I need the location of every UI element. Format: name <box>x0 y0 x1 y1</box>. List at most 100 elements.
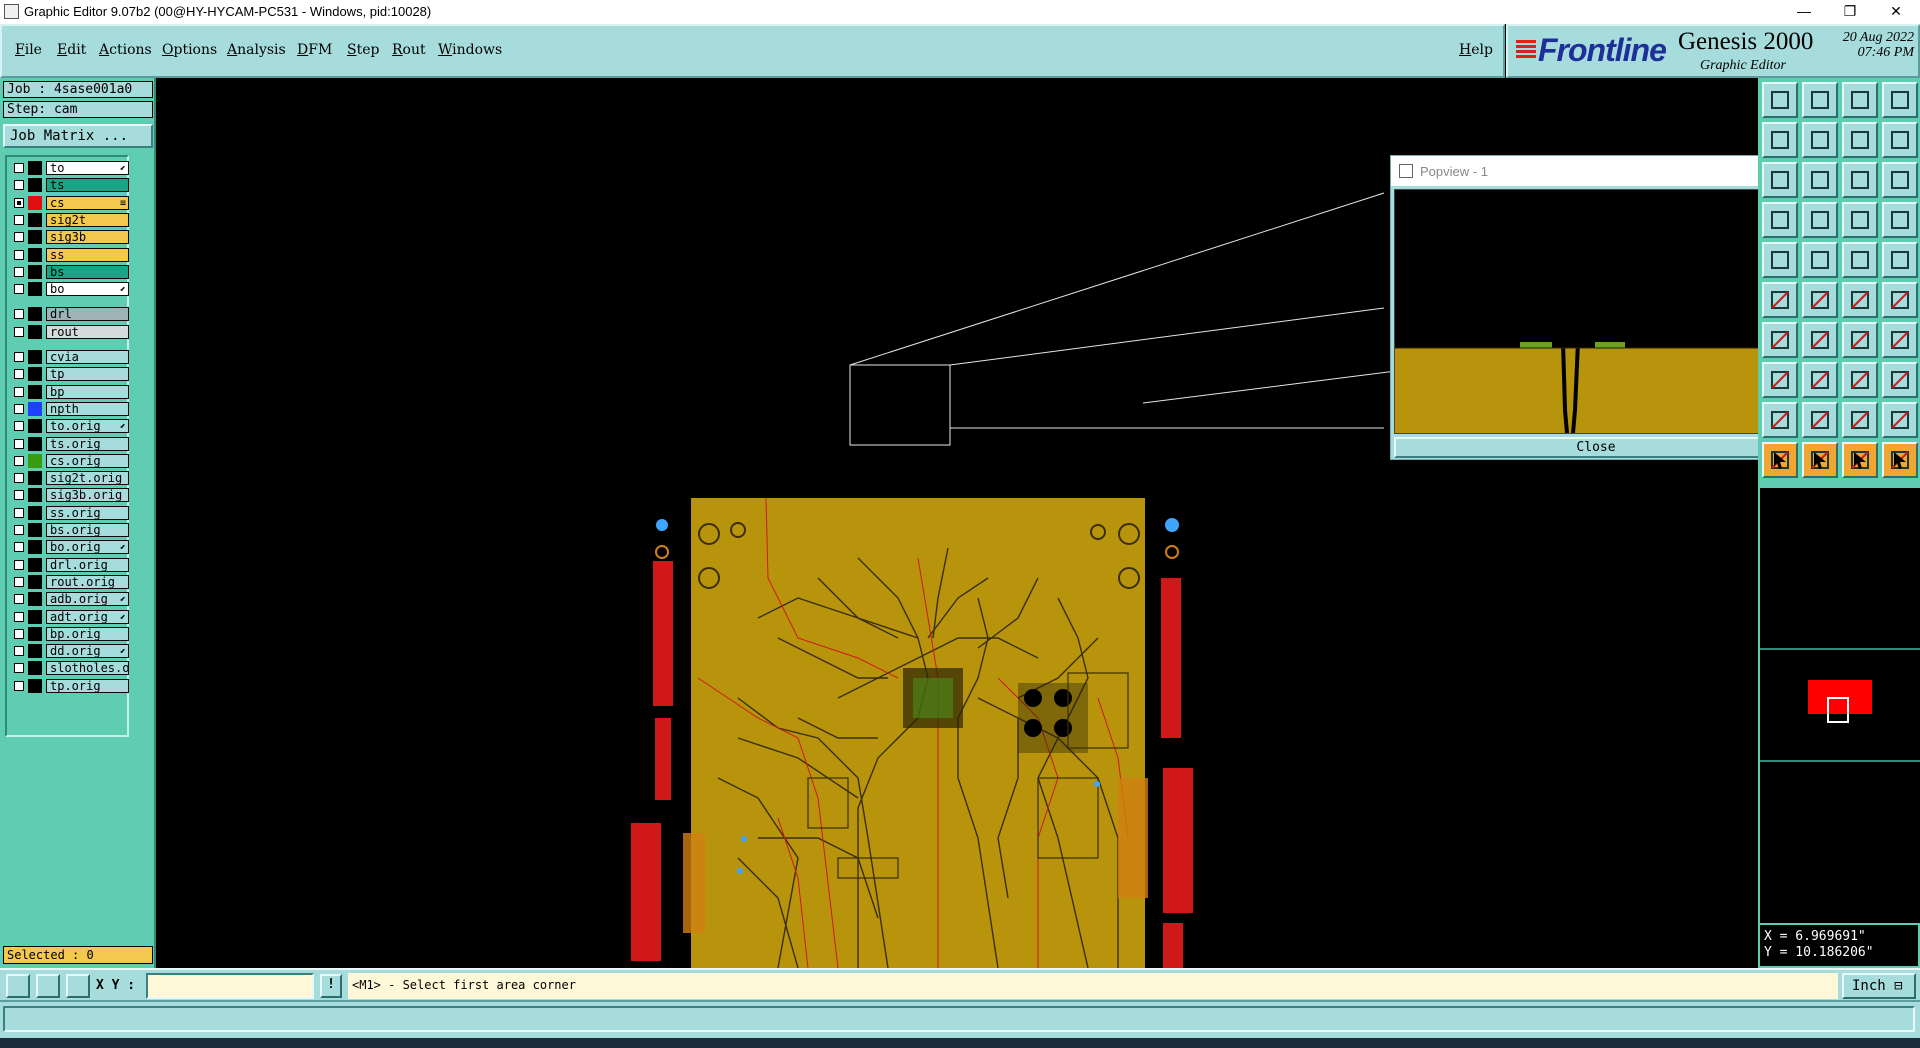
help-icon[interactable] <box>1882 162 1918 198</box>
layer-row-to[interactable]: to ⬋ <box>10 161 130 175</box>
layer-row-bp-orig[interactable]: bp.orig <box>10 626 130 641</box>
connect-icon[interactable] <box>1842 282 1878 318</box>
zoom-area-icon[interactable] <box>6 974 30 998</box>
layer-checkbox[interactable] <box>14 525 24 535</box>
layer-color-swatch[interactable] <box>28 609 42 624</box>
menu-windows[interactable]: Windows <box>438 42 502 58</box>
minus-icon[interactable] <box>1802 362 1838 398</box>
layer-checkbox[interactable] <box>14 576 24 587</box>
highlight-icon[interactable] <box>1802 242 1838 278</box>
layer-row-cs[interactable]: cs ≡ <box>10 195 130 210</box>
layer-row-rout-orig[interactable]: rout.orig <box>10 574 130 589</box>
layer-color-swatch[interactable] <box>28 419 42 434</box>
layer-name[interactable]: to ⬋ <box>46 161 129 175</box>
ruler-icon[interactable] <box>1842 242 1878 278</box>
layer-checkbox[interactable] <box>14 163 24 173</box>
layer-name[interactable]: bp <box>46 384 129 399</box>
menu-dfm[interactable]: DFM <box>297 42 332 58</box>
layer-checkbox[interactable] <box>14 594 24 605</box>
layer-name[interactable]: cs.orig <box>46 453 129 468</box>
layer-row-bo-orig[interactable]: bo.orig ⬋ <box>10 540 130 555</box>
pad-icon[interactable] <box>1882 242 1918 278</box>
layer-row-tp-orig[interactable]: tp.orig <box>10 678 130 693</box>
layer-color-swatch[interactable] <box>28 282 42 297</box>
move-icon[interactable] <box>1762 242 1798 278</box>
layer-name[interactable]: bo ⬋ <box>46 282 129 297</box>
zoom-reset-icon[interactable] <box>1842 122 1878 158</box>
layer-name[interactable]: npth <box>46 401 129 416</box>
measure-alt-icon[interactable] <box>1882 202 1918 238</box>
menu-rout[interactable]: Rout <box>392 42 426 58</box>
layer-checkbox[interactable] <box>14 490 24 501</box>
layer-name[interactable]: ss.orig <box>46 505 129 520</box>
layer-name[interactable]: sig3b.orig <box>46 488 129 503</box>
paste-icon[interactable] <box>1762 322 1798 358</box>
grid-icon[interactable] <box>1802 202 1838 238</box>
menu-step[interactable]: Step <box>347 42 379 58</box>
layer-row-cs-orig[interactable]: cs.orig <box>10 453 130 468</box>
home-icon[interactable] <box>1842 82 1878 118</box>
layer-checkbox[interactable] <box>14 559 24 570</box>
layer-name[interactable]: sig3b <box>46 230 129 245</box>
menu-file[interactable]: File <box>15 42 42 58</box>
layer-row-ss-orig[interactable]: ss.orig <box>10 505 130 520</box>
layer-checkbox[interactable] <box>14 628 24 639</box>
layer-checkbox[interactable] <box>14 232 24 243</box>
pointer-hand-icon[interactable] <box>1842 442 1878 478</box>
pointer-alt-icon[interactable] <box>1802 442 1838 478</box>
layer-row-tp[interactable]: tp <box>10 367 130 382</box>
layer-color-swatch[interactable] <box>28 230 42 245</box>
unit-selector[interactable]: Inch ⊟ <box>1842 973 1916 999</box>
layer-checkbox[interactable] <box>14 266 24 277</box>
layer-color-swatch[interactable] <box>28 324 42 339</box>
layer-checkbox[interactable] <box>14 386 24 397</box>
layer-color-swatch[interactable] <box>28 453 42 468</box>
alert-icon[interactable]: ! <box>320 974 342 998</box>
restore-button[interactable]: ❐ <box>1827 0 1873 24</box>
layer-color-swatch[interactable] <box>28 384 42 399</box>
layer-row-dd-orig[interactable]: dd.orig ⬋ <box>10 644 130 659</box>
grid-mode-icon[interactable] <box>66 974 90 998</box>
layer-color-swatch[interactable] <box>28 523 42 537</box>
pan-left-icon[interactable] <box>1762 122 1798 158</box>
nav-icon[interactable] <box>1762 402 1798 438</box>
menu-edit[interactable]: Edit <box>57 42 86 58</box>
layer-name[interactable]: sig2t <box>46 212 129 227</box>
layer-checkbox[interactable] <box>14 214 24 225</box>
layer-color-swatch[interactable] <box>28 488 42 503</box>
layout-icon[interactable] <box>1882 122 1918 158</box>
layer-color-swatch[interactable] <box>28 195 42 210</box>
layer-color-swatch[interactable] <box>28 505 42 520</box>
triangle-bar-icon[interactable] <box>1842 402 1878 438</box>
layer-color-swatch[interactable] <box>28 661 42 676</box>
layer-checkbox[interactable] <box>14 680 24 691</box>
layer-checkbox[interactable] <box>14 421 24 432</box>
popview-canvas[interactable] <box>1394 189 1760 434</box>
layer-row-bo[interactable]: bo ⬋ <box>10 282 130 297</box>
layer-checkbox[interactable] <box>14 309 24 320</box>
arc-icon[interactable] <box>1842 322 1878 358</box>
layer-name[interactable]: dd.orig ⬋ <box>46 644 129 659</box>
layer-color-swatch[interactable] <box>28 471 42 486</box>
layer-checkbox[interactable] <box>14 507 24 518</box>
layer-color-swatch[interactable] <box>28 161 42 175</box>
layer-checkbox[interactable] <box>14 663 24 674</box>
layer-color-swatch[interactable] <box>28 540 42 555</box>
split-view-icon[interactable] <box>1882 82 1918 118</box>
layer-name[interactable]: rout.orig <box>46 574 129 589</box>
pan-right-icon[interactable] <box>1802 122 1838 158</box>
layer-name[interactable]: slotholes.or <box>46 661 129 676</box>
copy-icon[interactable] <box>1762 282 1798 318</box>
layer-name[interactable]: bp.orig <box>46 626 129 641</box>
layer-row-ts[interactable]: ts <box>10 178 130 193</box>
box-select-icon[interactable] <box>1842 362 1878 398</box>
layer-row-bp[interactable]: bp <box>10 384 130 399</box>
layer-row-sig3b-orig[interactable]: sig3b.orig <box>10 488 130 503</box>
layer-checkbox[interactable] <box>14 438 24 449</box>
layer-color-swatch[interactable] <box>28 436 42 451</box>
layer-color-swatch[interactable] <box>28 178 42 193</box>
layer-row-sig2t-orig[interactable]: sig2t.orig <box>10 471 130 486</box>
layer-row-bs[interactable]: bs <box>10 264 130 279</box>
pointer-graph-icon[interactable] <box>1882 442 1918 478</box>
layer-row-sig3b[interactable]: sig3b <box>10 230 130 245</box>
